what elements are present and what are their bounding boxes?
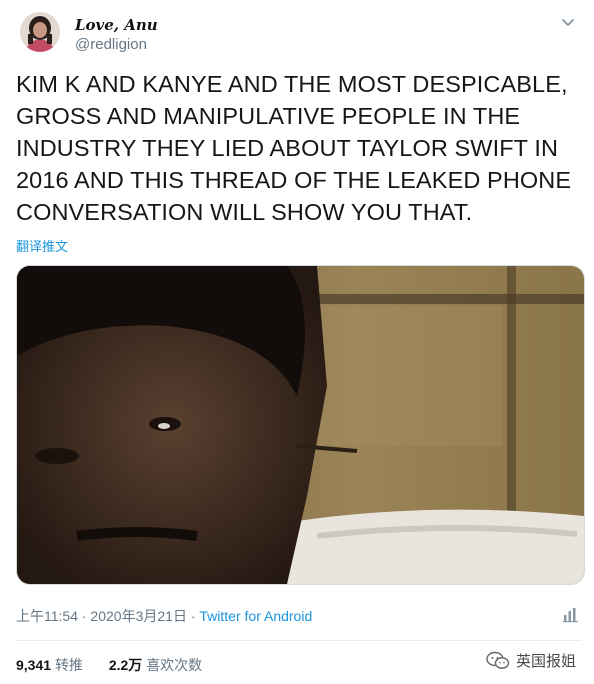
likes-label: 喜欢次数 bbox=[146, 657, 203, 673]
tweet-source-link[interactable]: Twitter for Android bbox=[199, 608, 312, 624]
stats-divider bbox=[16, 640, 582, 641]
avatar-image bbox=[20, 12, 60, 52]
likes-count: 2.2万 bbox=[108, 657, 143, 673]
watermark-text: 英国报姐 bbox=[515, 653, 576, 670]
tweet-meta: 上午11:54 · 2020年3月21日 · Twitter for Andro… bbox=[16, 606, 312, 626]
tweet-timestamp[interactable]: 上午11:54 · 2020年3月21日 bbox=[16, 608, 187, 624]
tweet-stats: 9,341 转推 2.2万 喜欢次数 bbox=[16, 655, 224, 675]
tweet-media[interactable] bbox=[16, 265, 585, 585]
meta-separator: · bbox=[186, 608, 200, 624]
video-frame-image bbox=[17, 266, 584, 584]
wechat-icon bbox=[486, 651, 510, 669]
chevron-down-icon[interactable] bbox=[560, 14, 576, 30]
retweets-label: 转推 bbox=[54, 657, 83, 673]
analytics-icon[interactable] bbox=[562, 605, 580, 623]
author-handle[interactable]: @redligion bbox=[75, 36, 147, 53]
author-display-name[interactable]: Love, Anu bbox=[75, 16, 158, 34]
translate-tweet-link[interactable]: 翻译推文 bbox=[16, 236, 68, 255]
likes-stat[interactable]: 2.2万 喜欢次数 bbox=[109, 655, 202, 675]
watermark: 英国报姐 bbox=[486, 650, 576, 671]
retweets-stat[interactable]: 9,341 转推 bbox=[16, 655, 83, 675]
tweet-text: KIM K AND KANYE AND THE MOST DESPICABLE,… bbox=[16, 71, 572, 225]
retweets-count: 9,341 bbox=[16, 657, 52, 673]
avatar[interactable] bbox=[20, 12, 60, 52]
tweet-header: Love, Anu @redligion bbox=[20, 12, 580, 62]
